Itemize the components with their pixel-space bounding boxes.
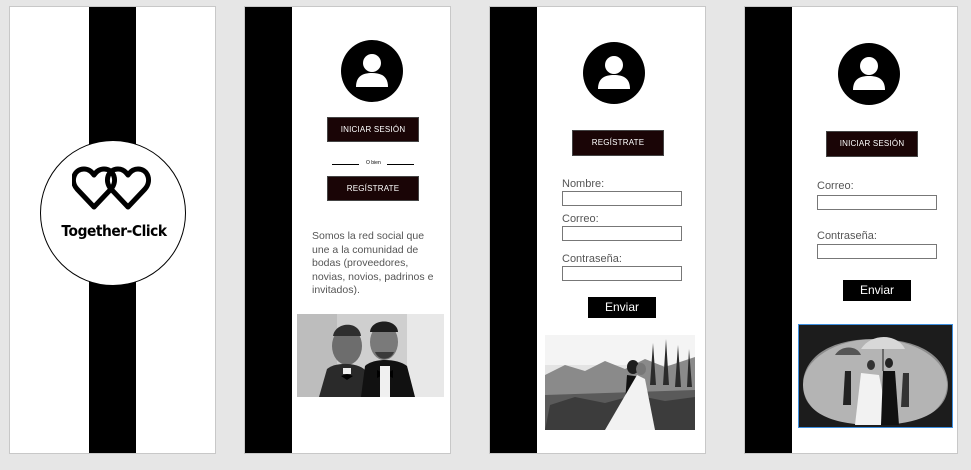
email-label: Correo:	[562, 213, 599, 225]
email-field[interactable]	[817, 195, 937, 210]
name-field[interactable]	[562, 191, 682, 206]
send-button[interactable]: Enviar	[588, 297, 656, 318]
wedding-photo	[798, 324, 953, 428]
left-stripe	[490, 7, 537, 453]
home-screen: INICIAR SESIÓN O bien REGÍSTRATE Somos l…	[244, 6, 451, 454]
interlocked-hearts-icon	[72, 166, 151, 210]
login-title-button[interactable]: INICIAR SESIÓN	[826, 131, 918, 157]
register-screen: REGÍSTRATE Nombre: Correo: Contraseña: E…	[489, 6, 706, 454]
email-label: Correo:	[817, 180, 854, 192]
divider-left	[332, 164, 359, 165]
register-button[interactable]: REGÍSTRATE	[327, 176, 419, 201]
left-stripe	[245, 7, 292, 453]
password-field[interactable]	[562, 266, 682, 281]
user-avatar-icon	[341, 40, 403, 102]
left-stripe	[745, 7, 792, 453]
send-button[interactable]: Enviar	[843, 280, 911, 301]
app-name: Together-Click	[61, 222, 167, 240]
user-avatar-icon	[583, 42, 645, 104]
password-label: Contraseña:	[817, 230, 877, 242]
or-text: O bien	[366, 160, 381, 166]
app-logo: Together-Click	[40, 140, 186, 286]
splash-screen: Together-Click	[9, 6, 216, 454]
login-button[interactable]: INICIAR SESIÓN	[327, 117, 419, 142]
password-label: Contraseña:	[562, 253, 622, 265]
login-screen: INICIAR SESIÓN Correo: Contraseña: Envia…	[744, 6, 958, 454]
email-field[interactable]	[562, 226, 682, 241]
user-avatar-icon	[838, 43, 900, 105]
name-label: Nombre:	[562, 178, 605, 190]
divider-right	[387, 164, 414, 165]
password-field[interactable]	[817, 244, 937, 259]
description-text: Somos la red social que une a la comunid…	[312, 230, 434, 296]
couple-photo	[545, 335, 695, 430]
couple-photo	[297, 314, 444, 397]
register-title-button[interactable]: REGÍSTRATE	[572, 130, 664, 156]
